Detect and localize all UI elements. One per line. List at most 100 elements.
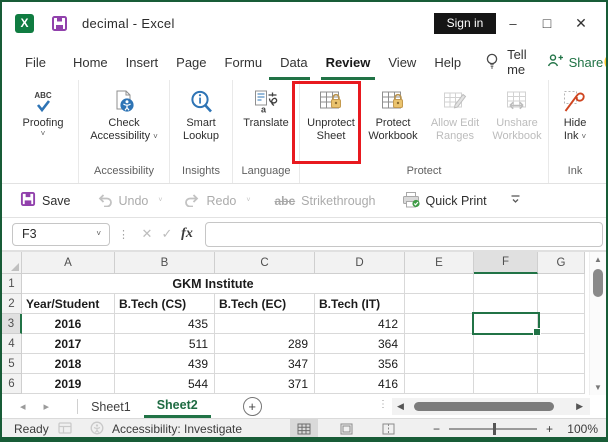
cell-c2[interactable]: B.Tech (EC) bbox=[215, 294, 315, 314]
accessibility-checker-status-icon[interactable] bbox=[90, 421, 104, 435]
sheet-tab-sheet2-active[interactable]: Sheet2 bbox=[143, 395, 211, 418]
cell[interactable] bbox=[474, 374, 538, 394]
cell-d6[interactable]: 416 bbox=[315, 374, 405, 394]
row-header-3-selected[interactable]: 3 bbox=[2, 314, 22, 334]
cell[interactable] bbox=[405, 334, 474, 354]
hide-ink-button[interactable]: Hide Ink ˅ bbox=[550, 84, 600, 143]
cell-d4[interactable]: 364 bbox=[315, 334, 405, 354]
name-box[interactable]: F3 ˅ bbox=[12, 222, 110, 246]
tab-insert[interactable]: Insert bbox=[117, 45, 168, 80]
proofing-button[interactable]: ABC Proofing ˅ bbox=[10, 84, 76, 138]
cell-d2[interactable]: B.Tech (IT) bbox=[315, 294, 405, 314]
cell[interactable] bbox=[538, 294, 585, 314]
column-header-b[interactable]: B bbox=[115, 252, 215, 274]
page-break-preview-button[interactable] bbox=[374, 419, 402, 437]
translate-button[interactable]: a Translate bbox=[234, 84, 298, 130]
zoom-slider-handle[interactable] bbox=[492, 422, 496, 435]
tell-me-button[interactable]: Tell me bbox=[484, 47, 527, 77]
cell-b5[interactable]: 439 bbox=[115, 354, 215, 374]
tab-home[interactable]: Home bbox=[64, 45, 117, 80]
tab-view[interactable]: View bbox=[379, 45, 425, 80]
cell-d5[interactable]: 356 bbox=[315, 354, 405, 374]
cell-b3[interactable]: 435 bbox=[115, 314, 215, 334]
vertical-scrollbar[interactable]: ▲ ▼ bbox=[589, 252, 606, 395]
close-button[interactable]: ✕ bbox=[564, 15, 598, 32]
scroll-left-icon[interactable]: ◀ bbox=[397, 401, 404, 412]
vertical-scrollbar-thumb[interactable] bbox=[593, 269, 603, 297]
horizontal-scrollbar[interactable]: ◀ ▶ bbox=[392, 398, 590, 415]
cell-c4[interactable]: 289 bbox=[215, 334, 315, 354]
qat-overflow-icon[interactable] bbox=[509, 193, 522, 208]
column-header-g[interactable]: G bbox=[538, 252, 585, 274]
tab-review[interactable]: Review bbox=[317, 45, 380, 80]
scroll-down-icon[interactable]: ▼ bbox=[590, 383, 606, 392]
cell-c3[interactable] bbox=[215, 314, 315, 334]
cell-a2[interactable]: Year/Student bbox=[22, 294, 115, 314]
quick-print-button[interactable]: Quick Print bbox=[402, 191, 487, 211]
formula-input[interactable] bbox=[205, 221, 603, 247]
cell-b6[interactable]: 544 bbox=[115, 374, 215, 394]
tab-page-layout[interactable]: Page bbox=[167, 45, 215, 80]
scroll-up-icon[interactable]: ▲ bbox=[590, 255, 606, 264]
protect-workbook-button[interactable]: Protect Workbook bbox=[362, 84, 424, 143]
minimize-button[interactable]: – bbox=[496, 16, 530, 31]
normal-view-button[interactable] bbox=[290, 419, 318, 437]
cell[interactable] bbox=[474, 354, 538, 374]
cell-c6[interactable]: 371 bbox=[215, 374, 315, 394]
cell[interactable] bbox=[538, 374, 585, 394]
cell[interactable] bbox=[474, 294, 538, 314]
sheet-scroll-left-icon[interactable]: ◂ bbox=[20, 400, 26, 413]
tab-formulas[interactable]: Formu bbox=[216, 45, 272, 80]
save-button[interactable]: Save bbox=[20, 191, 71, 210]
feedback-smiley-icon[interactable] bbox=[603, 52, 606, 72]
zoom-in-button[interactable]: + bbox=[546, 422, 553, 436]
cell[interactable] bbox=[474, 274, 538, 294]
cell-a3[interactable]: 2016 bbox=[22, 314, 115, 334]
zoom-slider[interactable] bbox=[448, 422, 537, 435]
cell[interactable] bbox=[538, 274, 585, 294]
row-header-6[interactable]: 6 bbox=[2, 374, 22, 394]
column-header-e[interactable]: E bbox=[405, 252, 474, 274]
cell[interactable] bbox=[405, 354, 474, 374]
column-header-d[interactable]: D bbox=[315, 252, 405, 274]
tab-file[interactable]: File bbox=[16, 45, 55, 80]
cell[interactable] bbox=[538, 314, 585, 334]
cell[interactable] bbox=[405, 294, 474, 314]
fill-handle[interactable] bbox=[533, 328, 541, 336]
cell[interactable] bbox=[405, 314, 474, 334]
cell[interactable] bbox=[405, 374, 474, 394]
macro-record-icon[interactable] bbox=[58, 422, 72, 434]
row-header-1[interactable]: 1 bbox=[2, 274, 22, 294]
tab-help[interactable]: Help bbox=[425, 45, 470, 80]
cell[interactable] bbox=[538, 334, 585, 354]
row-header-2[interactable]: 2 bbox=[2, 294, 22, 314]
cell[interactable] bbox=[474, 334, 538, 354]
accessibility-status-text[interactable]: Accessibility: Investigate bbox=[112, 422, 242, 436]
autosave-save-icon[interactable] bbox=[51, 15, 68, 32]
smart-lookup-button[interactable]: Smart Lookup bbox=[170, 84, 232, 143]
column-header-c[interactable]: C bbox=[215, 252, 315, 274]
zoom-level[interactable]: 100% bbox=[562, 422, 598, 436]
sign-in-button[interactable]: Sign in bbox=[434, 12, 496, 34]
insert-function-button[interactable]: fx bbox=[177, 226, 197, 242]
sheet-tab-sheet1[interactable]: Sheet1 bbox=[78, 395, 144, 418]
scroll-right-icon[interactable]: ▶ bbox=[576, 401, 583, 412]
column-header-a[interactable]: A bbox=[22, 252, 115, 274]
cell-c5[interactable]: 347 bbox=[215, 354, 315, 374]
cell[interactable] bbox=[405, 274, 474, 294]
row-header-5[interactable]: 5 bbox=[2, 354, 22, 374]
add-sheet-button[interactable]: + bbox=[242, 397, 262, 416]
cell[interactable] bbox=[538, 354, 585, 374]
selected-cell-outline[interactable] bbox=[472, 312, 541, 336]
share-button[interactable]: Share bbox=[547, 53, 603, 71]
cell-a1-merged-title[interactable]: GKM Institute bbox=[22, 274, 405, 294]
cell-d3[interactable]: 412 bbox=[315, 314, 405, 334]
cell-a5[interactable]: 2018 bbox=[22, 354, 115, 374]
cell-a4[interactable]: 2017 bbox=[22, 334, 115, 354]
maximize-button[interactable]: □ bbox=[530, 15, 564, 31]
page-layout-view-button[interactable] bbox=[332, 419, 360, 437]
row-header-4[interactable]: 4 bbox=[2, 334, 22, 354]
tab-data[interactable]: Data bbox=[269, 45, 316, 80]
zoom-out-button[interactable]: − bbox=[433, 422, 440, 436]
column-header-f-selected[interactable]: F bbox=[474, 252, 538, 274]
